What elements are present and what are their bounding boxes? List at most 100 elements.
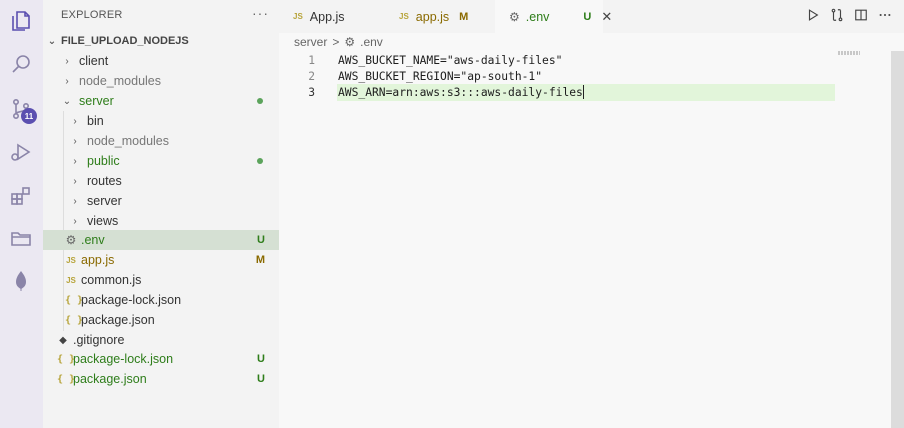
breadcrumb-folder[interactable]: server (294, 35, 327, 49)
git-icon: ◆ (59, 334, 67, 346)
json-file-icon: { } (65, 294, 84, 306)
folder-icon[interactable] (8, 225, 34, 251)
split-editor-icon[interactable] (854, 8, 868, 22)
tree-item-server-node-modules[interactable]: › node_modules (43, 131, 279, 151)
tree-item-label: server (87, 194, 122, 208)
tree-item-label: server (79, 94, 114, 108)
run-debug-icon[interactable] (8, 139, 34, 165)
tree-item-label: package.json (73, 372, 147, 386)
search-icon[interactable] (8, 51, 34, 77)
untracked-status: U (257, 373, 265, 385)
tree-item-package-lock[interactable]: { } package-lock.json U (43, 349, 279, 369)
javascript-file-icon: JS (66, 255, 76, 265)
chevron-right-icon: › (73, 195, 77, 207)
workspace-name: FILE_UPLOAD_NODEJS (61, 35, 189, 47)
tree-item-gitignore[interactable]: ◆ .gitignore (43, 330, 279, 350)
modified-status: M (459, 10, 469, 23)
json-file-icon: { } (57, 373, 76, 385)
run-icon[interactable] (806, 8, 820, 22)
minimap[interactable] (838, 51, 860, 55)
text-cursor (582, 85, 584, 99)
tree-item-views[interactable]: › views (43, 211, 279, 231)
chevron-down-icon: ⌄ (47, 35, 57, 47)
chevron-right-icon: › (73, 155, 77, 167)
code-line-current[interactable]: 3 AWS_ARN=arn:aws:s3:::aws-daily-files (279, 83, 891, 101)
more-actions-icon[interactable]: ··· (252, 5, 269, 21)
tab-env[interactable]: ⚙ .env U ✕ (495, 0, 612, 33)
chevron-down-icon: ⌄ (62, 95, 72, 107)
gear-icon: ⚙ (344, 35, 356, 49)
tree-item-label: .gitignore (73, 333, 125, 347)
line-number: 1 (308, 53, 315, 67)
javascript-file-icon: JS (293, 12, 303, 21)
extensions-icon[interactable] (8, 183, 34, 209)
explorer-sidebar: EXPLORER ··· ⌄ FILE_UPLOAD_NODEJS › clie… (43, 0, 279, 428)
code-editor[interactable]: 1 AWS_BUCKET_NAME="aws-daily-files" 2 AW… (279, 50, 891, 428)
tab-app-js-server[interactable]: JS app.js M (385, 0, 495, 33)
breadcrumb-separator: > (332, 35, 340, 49)
line-text: AWS_BUCKET_REGION="ap-south-1" (338, 69, 543, 83)
more-actions-icon[interactable] (878, 8, 892, 22)
breadcrumb: server > ⚙ .env (294, 34, 388, 50)
breadcrumb-file[interactable]: .env (360, 35, 383, 49)
close-icon[interactable]: ✕ (601, 9, 612, 25)
tree-item-routes[interactable]: › routes (43, 171, 279, 191)
tree-item-label: package-lock.json (73, 352, 174, 366)
tree-item-label: bin (87, 114, 104, 128)
code-line[interactable]: 1 AWS_BUCKET_NAME="aws-daily-files" (279, 52, 891, 68)
explorer-header: EXPLORER (61, 9, 123, 21)
line-number: 3 (308, 85, 315, 99)
mongodb-leaf-icon[interactable] (8, 268, 34, 294)
line-number: 2 (308, 69, 315, 83)
chevron-right-icon: › (73, 215, 77, 227)
modified-dot (257, 98, 263, 104)
tree-item-label: routes (87, 174, 122, 188)
tree-item-server[interactable]: ⌄ server (43, 91, 279, 111)
activity-bar: 11 (0, 0, 43, 428)
tab-app-js-client[interactable]: JS App.js (279, 0, 385, 33)
tree-item-bin[interactable]: › bin (43, 111, 279, 131)
tree-item-app-js[interactable]: JS app.js M (43, 250, 279, 270)
untracked-status: U (257, 353, 265, 365)
javascript-file-icon: JS (399, 12, 409, 21)
tree-item-label: node_modules (79, 74, 162, 88)
tree-item-common-js[interactable]: JS common.js (43, 270, 279, 290)
tree-item-env[interactable]: ⚙ .env U (43, 230, 279, 250)
source-control-badge: 11 (21, 108, 37, 124)
tree-item-label: package.json (81, 313, 155, 327)
tree-item-label: public (87, 154, 120, 168)
tree-item-server-package-lock[interactable]: { } package-lock.json (43, 290, 279, 310)
code-line[interactable]: 2 AWS_BUCKET_REGION="ap-south-1" (279, 68, 891, 84)
chevron-right-icon: › (65, 55, 69, 67)
editor-actions (806, 8, 892, 22)
tree-item-label: package-lock.json (81, 293, 182, 307)
untracked-status: U (257, 234, 265, 246)
modified-dot (257, 158, 263, 164)
tree-item-client[interactable]: › client (43, 51, 279, 71)
vertical-scrollbar[interactable] (891, 51, 904, 428)
tree-item-label: .env (81, 233, 105, 247)
modified-status: M (255, 254, 265, 266)
gear-icon: ⚙ (65, 233, 77, 247)
explorer-icon[interactable] (8, 8, 34, 34)
editor-tab-bar: JS App.js JS app.js M ⚙ .env U ✕ (279, 0, 904, 33)
line-text: AWS_ARN=arn:aws:s3:::aws-daily-files (338, 85, 583, 99)
tree-item-label: node_modules (87, 134, 170, 148)
javascript-file-icon: JS (66, 275, 76, 285)
tree-item-package-json[interactable]: { } package.json U (43, 369, 279, 389)
chevron-right-icon: › (73, 175, 77, 187)
tree-item-label: views (87, 214, 119, 228)
chevron-right-icon: › (65, 75, 69, 87)
tree-item-public[interactable]: › public (43, 151, 279, 171)
tab-label: app.js (415, 9, 450, 24)
line-text: AWS_BUCKET_NAME="aws-daily-files" (338, 53, 563, 67)
tree-item-node-modules[interactable]: › node_modules (43, 71, 279, 91)
tree-item-server-sub[interactable]: › server (43, 191, 279, 211)
tree-item-server-package-json[interactable]: { } package.json (43, 310, 279, 330)
workspace-section-title[interactable]: ⌄ FILE_UPLOAD_NODEJS (43, 31, 279, 51)
compare-changes-icon[interactable] (830, 8, 844, 22)
tree-item-label: common.js (81, 273, 142, 287)
chevron-right-icon: › (73, 115, 77, 127)
untracked-status: U (583, 10, 592, 23)
gear-icon: ⚙ (509, 9, 520, 24)
